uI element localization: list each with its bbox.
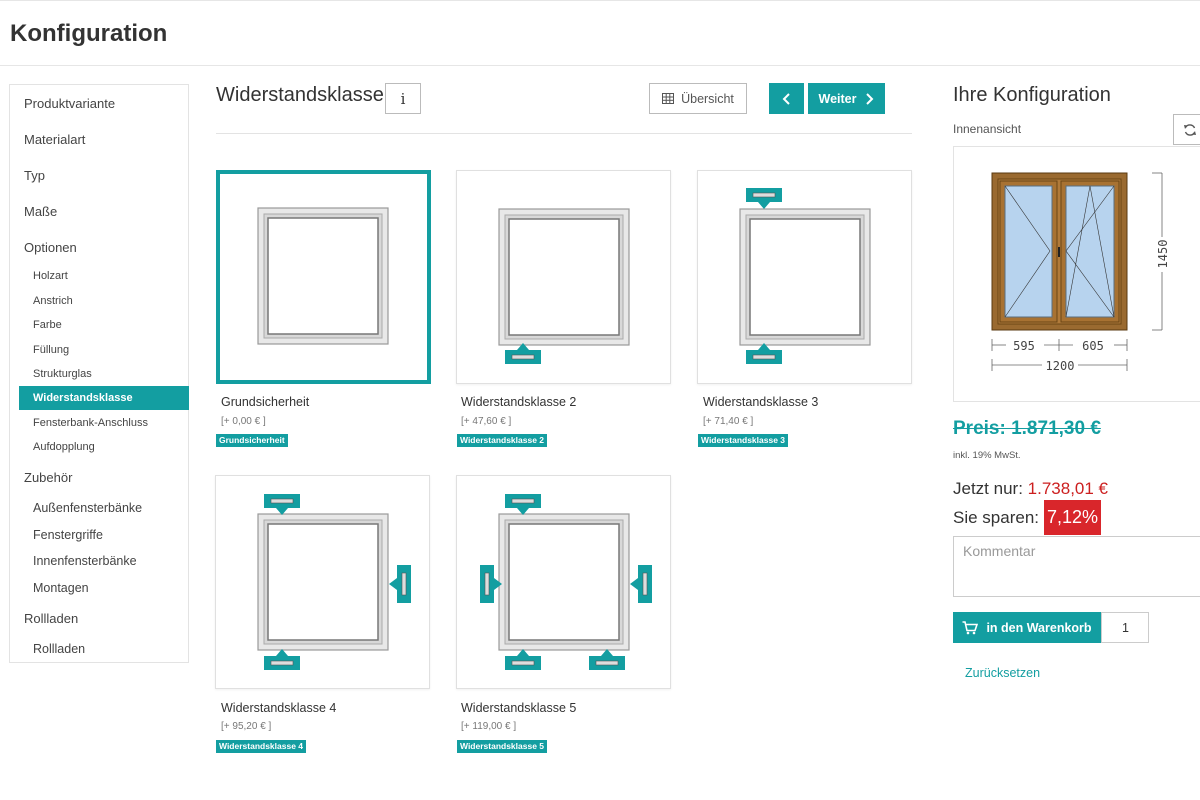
total-width-label: 1200 — [1046, 359, 1075, 373]
sidebar-item-zubehoer[interactable]: Zubehör — [19, 469, 189, 487]
cart-icon — [962, 620, 979, 634]
option-card-grundsicherheit[interactable] — [216, 170, 431, 384]
option-card-widerstandsklasse-5[interactable] — [456, 475, 671, 689]
previous-button[interactable] — [769, 83, 804, 114]
option-price: [+ 47,60 € ] — [461, 416, 512, 427]
sidebar-item-produktvariante[interactable]: Produktvariante — [19, 95, 189, 113]
overview-button[interactable]: Übersicht — [649, 83, 747, 114]
sidebar: Produktvariante Materialart Typ Maße Opt… — [9, 84, 189, 663]
grid-icon — [662, 93, 675, 104]
option-badge: Widerstandsklasse 2 — [457, 434, 548, 447]
current-price: 1.738,01 € — [1027, 479, 1109, 498]
info-icon: i — [400, 89, 406, 108]
page-header: Konfiguration — [0, 0, 1200, 66]
window-rc4-icon — [257, 494, 411, 670]
sidebar-item-anstrich[interactable]: Anstrich — [19, 292, 189, 310]
sidebar-item-fuellung[interactable]: Füllung — [19, 341, 189, 359]
option-name: Grundsicherheit — [221, 395, 310, 409]
option-name: Widerstandsklasse 2 — [461, 395, 577, 409]
sidebar-item-strukturglas[interactable]: Strukturglas — [19, 365, 189, 383]
window-rc3-icon — [739, 188, 871, 364]
savings-label: Sie sparen: — [953, 508, 1039, 527]
window-preview-drawing: 1450 595 605 1200 — [991, 172, 1170, 373]
sidebar-item-widerstandsklasse[interactable]: Widerstandsklasse — [19, 386, 189, 410]
option-name: Widerstandsklasse 4 — [221, 701, 337, 715]
vat-note: inkl. 19% MwSt. — [953, 450, 1021, 461]
old-price: Preis: 1.871,30 € — [953, 418, 1101, 439]
sidebar-item-montagen[interactable]: Montagen — [19, 579, 189, 597]
left-width-label: 595 — [1013, 339, 1035, 353]
refresh-icon — [1184, 123, 1196, 136]
reset-link[interactable]: Zurücksetzen — [965, 666, 1040, 680]
next-button[interactable]: Weiter — [808, 83, 885, 114]
right-width-label: 605 — [1082, 339, 1104, 353]
add-to-cart-button[interactable]: in den Warenkorb — [953, 612, 1101, 643]
current-price-label: Jetzt nur: — [953, 479, 1023, 498]
page-title: Konfiguration — [10, 20, 168, 47]
rotate-view-button[interactable] — [1173, 114, 1200, 145]
sidebar-item-rollladen[interactable]: Rollladen — [19, 640, 189, 658]
add-to-cart-label: in den Warenkorb — [986, 620, 1092, 635]
sidebar-item-holzart[interactable]: Holzart — [19, 267, 189, 285]
option-card-widerstandsklasse-4[interactable] — [215, 475, 430, 689]
option-price: [+ 119,00 € ] — [461, 721, 517, 732]
comment-field[interactable] — [953, 536, 1200, 597]
sidebar-item-typ[interactable]: Typ — [19, 167, 189, 185]
sidebar-item-materialart[interactable]: Materialart — [19, 131, 189, 149]
option-name: Widerstandsklasse 5 — [461, 701, 577, 715]
next-label: Weiter — [818, 91, 857, 106]
sidebar-item-farbe[interactable]: Farbe — [19, 316, 189, 334]
window-rc5-icon — [480, 494, 652, 670]
info-button[interactable]: i — [385, 83, 421, 114]
option-price: [+ 0,00 € ] — [221, 416, 266, 427]
sidebar-item-masse[interactable]: Maße — [19, 203, 189, 221]
sidebar-item-rollladen-group[interactable]: Rollladen — [19, 610, 189, 628]
section-title: Widerstandsklasse — [216, 84, 384, 106]
chevron-right-icon — [866, 92, 874, 105]
height-dimension-label: 1450 — [1156, 240, 1170, 269]
sidebar-item-optionen[interactable]: Optionen — [19, 239, 189, 257]
option-price: [+ 71,40 € ] — [703, 416, 754, 427]
sidebar-item-aussenfensterbaenke[interactable]: Außenfensterbänke — [19, 499, 189, 517]
option-badge: Grundsicherheit — [216, 434, 288, 447]
option-name: Widerstandsklasse 3 — [703, 395, 819, 409]
window-preview: 1450 595 605 1200 — [953, 146, 1200, 402]
option-badge: Widerstandsklasse 4 — [216, 740, 307, 753]
sidebar-item-fensterbank-anschluss[interactable]: Fensterbank-Anschluss — [19, 414, 189, 432]
option-badge: Widerstandsklasse 3 — [698, 434, 789, 447]
view-label: Innenansicht — [953, 122, 1022, 136]
option-price: [+ 95,20 € ] — [221, 721, 272, 732]
summary-title: Ihre Konfiguration — [953, 84, 1111, 106]
current-price-row: Jetzt nur: 1.738,01 € — [953, 479, 1108, 499]
savings-badge: 7,12% — [1044, 500, 1101, 535]
overview-label: Übersicht — [681, 91, 734, 106]
option-badge: Widerstandsklasse 5 — [457, 740, 548, 753]
sidebar-item-aufdopplung[interactable]: Aufdopplung — [19, 438, 189, 456]
option-card-widerstandsklasse-3[interactable] — [697, 170, 912, 384]
chevron-left-icon — [782, 92, 790, 105]
divider — [216, 133, 912, 134]
quantity-input[interactable] — [1101, 612, 1149, 643]
window-grundsicherheit-icon — [257, 207, 389, 345]
sidebar-item-innenfensterbaenke[interactable]: Innenfensterbänke — [19, 552, 189, 570]
sidebar-item-fenstergriffe[interactable]: Fenstergriffe — [19, 526, 189, 544]
window-rc2-icon — [498, 208, 630, 364]
option-card-widerstandsklasse-2[interactable] — [456, 170, 671, 384]
